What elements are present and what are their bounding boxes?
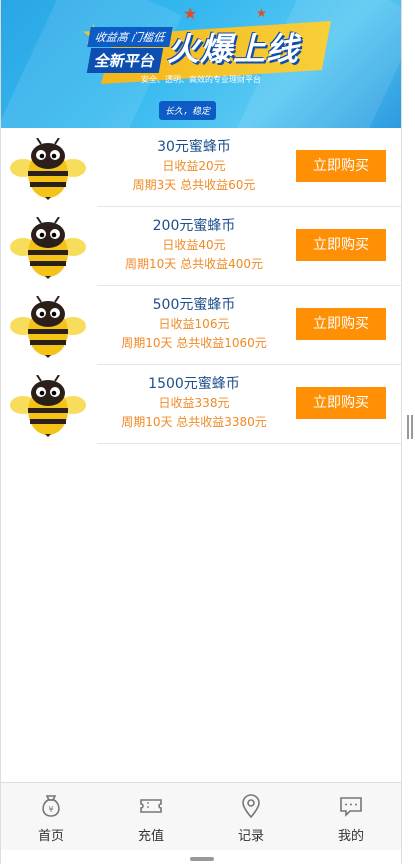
product-daily-income: 日收益338元: [158, 396, 230, 410]
banner-headline: 火爆上线: [167, 30, 300, 68]
buy-now-button[interactable]: 立即购买: [296, 387, 386, 419]
tab-label: 充值: [137, 829, 164, 844]
product-name: 500元蜜蜂币: [152, 297, 236, 313]
tab-label: 我的: [337, 829, 364, 844]
bee-icon: [10, 138, 86, 200]
tab-records[interactable]: 记录: [201, 783, 301, 850]
product-period-income: 周期10天 总共收益400元: [125, 257, 263, 271]
star-icon: ★: [183, 4, 198, 23]
product-name: 30元蜜蜂币: [157, 139, 231, 155]
buy-now-button[interactable]: 立即购买: [296, 308, 386, 340]
banner-subtitle: 全新平台: [86, 48, 164, 73]
bee-icon: [10, 217, 86, 279]
resize-handle[interactable]: [190, 857, 214, 861]
banner-pill: 长久，稳定: [159, 101, 217, 120]
buy-now-button[interactable]: 立即购买: [296, 150, 386, 182]
buy-now-button[interactable]: 立即购买: [296, 229, 386, 261]
bee-icon: [10, 296, 86, 358]
product-daily-income: 日收益106元: [158, 317, 230, 331]
divider: [97, 443, 401, 444]
product-period-income: 周期10天 总共收益3380元: [121, 415, 267, 429]
product-daily-income: 日收益20元: [162, 159, 226, 173]
product-period-income: 周期3天 总共收益60元: [132, 178, 256, 192]
tab-label: 记录: [237, 829, 264, 844]
chat-bubble-icon: [340, 797, 362, 817]
tab-label: 首页: [37, 829, 64, 844]
bottom-tab-bar: ¥ 首页 充值 记录 我的: [1, 782, 401, 850]
resize-handle[interactable]: [407, 415, 413, 439]
product-name: 1500元蜜蜂币: [148, 376, 240, 392]
promo-banner[interactable]: ★ ★ ★ 收益高 门槛低 全新平台 火爆上线 安全、透明、高效的专业理财平台 …: [1, 0, 401, 128]
ticket-icon: [140, 799, 162, 813]
product-list: 30元蜜蜂币 日收益20元 周期3天 总共收益60元 立即购买 200元蜜蜂币 …: [1, 128, 401, 444]
product-name: 200元蜜蜂币: [152, 218, 236, 234]
star-icon: ★: [256, 6, 267, 20]
product-period-income: 周期10天 总共收益1060元: [121, 336, 267, 350]
banner-tag: 收益高 门槛低: [87, 27, 173, 47]
tab-mine[interactable]: 我的: [301, 783, 401, 850]
product-item: 30元蜜蜂币 日收益20元 周期3天 总共收益60元 立即购买: [1, 128, 401, 207]
product-item: 500元蜜蜂币 日收益106元 周期10天 总共收益1060元 立即购买: [1, 286, 401, 365]
svg-text:¥: ¥: [48, 805, 53, 814]
banner-description: 安全、透明、高效的专业理财平台: [141, 75, 261, 84]
bee-icon: [10, 375, 86, 437]
tab-home[interactable]: ¥ 首页: [1, 783, 101, 850]
product-item: 1500元蜜蜂币 日收益338元 周期10天 总共收益3380元 立即购买: [1, 365, 401, 444]
product-daily-income: 日收益40元: [162, 238, 226, 252]
product-item: 200元蜜蜂币 日收益40元 周期10天 总共收益400元 立即购买: [1, 207, 401, 286]
tab-recharge[interactable]: 充值: [101, 783, 201, 850]
money-bag-icon: ¥: [42, 795, 60, 817]
location-pin-icon: [242, 794, 260, 819]
